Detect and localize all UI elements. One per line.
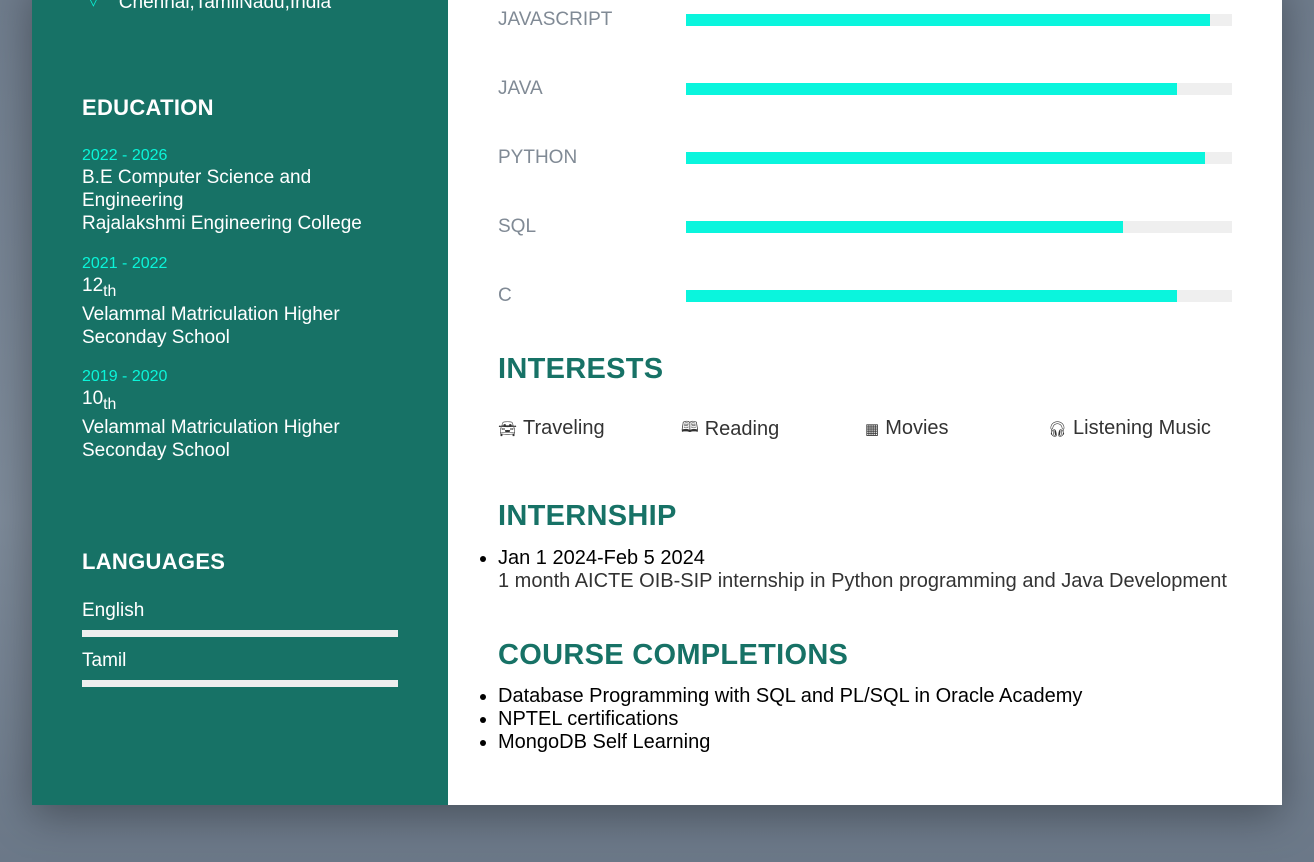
headphones-icon: 🎧︎	[1048, 420, 1068, 438]
skill-name: SQL	[498, 216, 537, 237]
film-icon: ▦	[865, 420, 880, 438]
skill-bar-fill	[686, 152, 1205, 164]
skill-bar-track	[686, 221, 1232, 233]
grade-suffix: th	[103, 282, 117, 300]
list-item: Jan 1 2024-Feb 5 20241 month AICTE OIB-S…	[498, 547, 1227, 593]
skill-bar-fill	[686, 83, 1178, 95]
interests-heading: INTERESTS	[498, 353, 664, 385]
education-item: 2022 - 2026 B.E Computer Science and Eng…	[82, 146, 402, 235]
language-name: Tamil	[82, 650, 127, 671]
internship-desc: 1 month AICTE OIB-SIP internship in Pyth…	[498, 570, 1227, 592]
skill-row: JAVASCRIPT	[498, 9, 1232, 31]
book-icon: 🕮	[681, 419, 699, 436]
interest-item: 🎧︎ Listening Music	[1048, 417, 1211, 440]
sidebar: ▽ Chennai,TamilNadu,India EDUCATION 2022 …	[32, 0, 448, 805]
language-name: English	[82, 600, 145, 621]
education-school: Rajalakshmi Engineering College	[82, 213, 362, 234]
skill-bar-track	[686, 152, 1232, 164]
skill-row: SQL	[498, 216, 1232, 238]
skill-bar-track	[686, 290, 1232, 302]
language-bar	[82, 630, 398, 637]
location-text: Chennai,TamilNadu,India	[118, 0, 332, 13]
education-school: Velammal Matriculation Higher Seconday S…	[82, 303, 340, 348]
interest-item: ▦ Movies	[865, 417, 949, 440]
skill-bar-fill	[686, 221, 1123, 233]
interest-item: 🚘︎ Traveling	[498, 417, 605, 440]
car-icon: 🚘︎	[498, 420, 518, 438]
education-heading: EDUCATION	[82, 95, 214, 120]
internship-heading: INTERNSHIP	[498, 500, 677, 532]
education-degree: 10th	[82, 387, 402, 416]
languages-heading: LANGUAGES	[82, 549, 226, 574]
interest-label: Movies	[885, 417, 949, 439]
skill-name: JAVASCRIPT	[498, 9, 613, 30]
list-item: NPTEL certifications	[498, 708, 1082, 731]
grade: 12	[82, 275, 104, 296]
skill-bar-fill	[686, 14, 1211, 26]
education-years: 2022 - 2026	[82, 147, 168, 164]
skill-name: JAVA	[498, 78, 543, 99]
main-content: JAVASCRIPT JAVA PYTHON SQL C INTERESTS 🚘︎ Tra…	[448, 0, 1282, 805]
skill-row: PYTHON	[498, 147, 1232, 169]
skill-bar-track	[686, 14, 1232, 26]
grade: 10	[82, 388, 104, 409]
skill-row: C	[498, 285, 1232, 307]
grade-suffix: th	[103, 395, 117, 413]
education-school: Velammal Matriculation Higher Seconday S…	[82, 416, 340, 461]
education-years: 2019 - 2020	[82, 368, 168, 385]
education-degree: 12th	[82, 274, 402, 303]
language-item: Tamil	[82, 650, 398, 687]
skill-name: PYTHON	[498, 147, 578, 168]
language-bar	[82, 680, 398, 687]
skill-bar-track	[686, 83, 1232, 95]
interest-label: Traveling	[523, 417, 605, 439]
skill-row: JAVA	[498, 78, 1232, 100]
education-item: 2021 - 2022 12th Velammal Matriculation …	[82, 254, 402, 349]
interest-item: 🕮 Reading	[681, 417, 779, 442]
education-degree: B.E Computer Science and Engineering	[82, 167, 312, 211]
internship-date: Jan 1 2024-Feb 5 2024	[498, 547, 705, 569]
skill-name: C	[498, 285, 512, 306]
resume-page: ▽ Chennai,TamilNadu,India EDUCATION 2022 …	[32, 0, 1282, 805]
interest-label: Reading	[704, 418, 780, 440]
list-item: Database Programming with SQL and PL/SQL…	[498, 685, 1082, 708]
courses-list: Database Programming with SQL and PL/SQL…	[498, 685, 1082, 754]
internship-list: Jan 1 2024-Feb 5 20241 month AICTE OIB-S…	[498, 547, 1227, 593]
location: ▽ Chennai,TamilNadu,India	[88, 0, 331, 14]
courses-heading: COURSE COMPLETIONS	[498, 639, 849, 671]
list-item: MongoDB Self Learning	[498, 731, 1082, 754]
location-icon: ▽	[88, 0, 99, 8]
skill-bar-fill	[686, 290, 1178, 302]
interest-label: Listening Music	[1073, 417, 1211, 439]
language-item: English	[82, 600, 398, 637]
education-years: 2021 - 2022	[82, 255, 168, 272]
education-item: 2019 - 2020 10th Velammal Matriculation …	[82, 367, 402, 462]
